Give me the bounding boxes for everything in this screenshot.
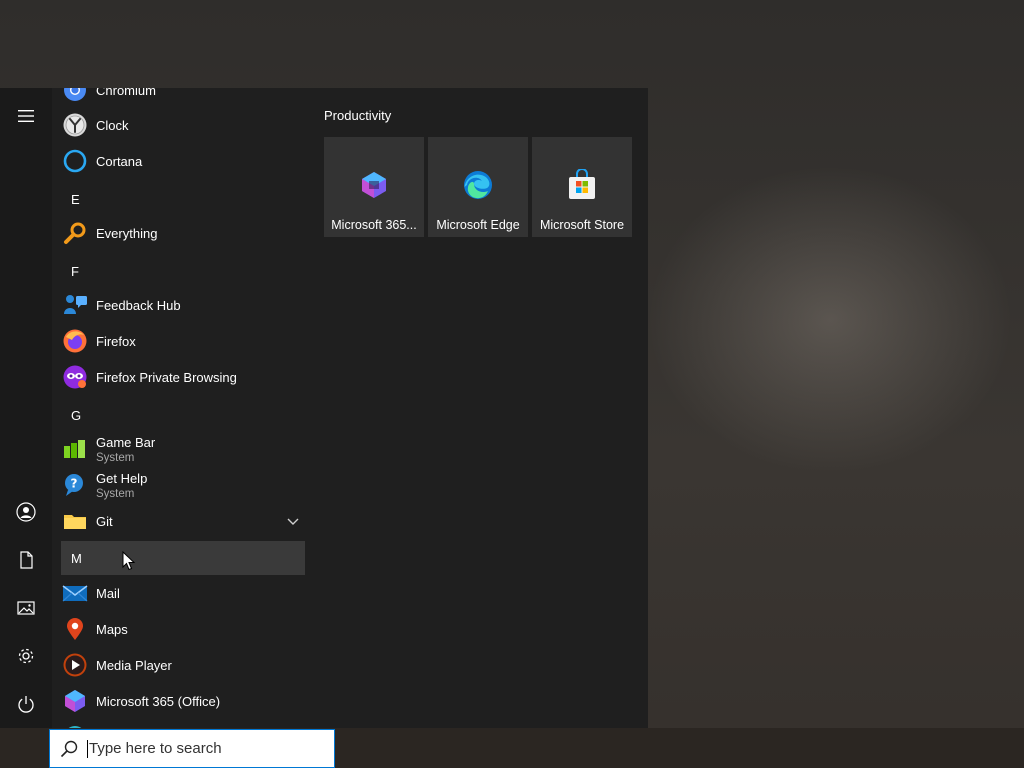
app-item-feedback-hub[interactable]: Feedback Hub (61, 287, 305, 323)
chevron-down-icon[interactable] (285, 513, 301, 529)
app-label: Media Player (96, 657, 172, 673)
tile-group-title[interactable]: Productivity (324, 108, 391, 123)
letter-header-f[interactable]: F (61, 254, 305, 288)
microsoft-365-icon (362, 172, 386, 198)
letter-label: F (71, 263, 79, 279)
app-item-everything[interactable]: Everything (61, 215, 305, 251)
game-bar-icon (62, 436, 88, 462)
expand-menu-button[interactable] (0, 92, 52, 140)
app-label: Cortana (96, 153, 143, 169)
app-label: Firefox Private Browsing (96, 369, 237, 385)
clock-icon (62, 112, 88, 138)
taskbar-search-box[interactable] (49, 729, 335, 768)
store-icon (569, 169, 595, 199)
settings-button[interactable] (0, 632, 52, 680)
app-label: Game Bar (96, 434, 156, 450)
app-label: Feedback Hub (96, 297, 181, 313)
app-label: Git (96, 513, 113, 529)
all-apps-list: Chromium Clock Cortana E Everything F Fe… (52, 88, 316, 728)
app-item-microsoft-365[interactable]: Microsoft 365 (Office) (61, 683, 305, 719)
app-item-game-bar[interactable]: Game Bar System (61, 431, 305, 467)
app-sublabel: System (96, 487, 135, 500)
app-item-firefox[interactable]: Firefox (61, 323, 305, 359)
letter-label: G (71, 407, 82, 423)
app-label: Firefox (96, 333, 136, 349)
search-input[interactable] (89, 740, 319, 757)
tile-microsoft-edge[interactable]: Microsoft Edge (428, 137, 528, 237)
chromium-icon (62, 88, 88, 103)
letter-label: M (71, 550, 82, 566)
app-item-firefox-private[interactable]: Firefox Private Browsing (61, 359, 305, 395)
document-icon (20, 551, 33, 569)
start-menu: Chromium Clock Cortana E Everything F Fe… (0, 88, 648, 728)
app-folder-git[interactable]: Git (61, 503, 305, 539)
app-item-mail[interactable]: Mail (61, 575, 305, 611)
tile-microsoft-365[interactable]: Microsoft 365... (324, 137, 424, 237)
app-label: Get Help (96, 470, 148, 486)
mail-icon (62, 580, 88, 606)
person-icon (16, 502, 36, 522)
app-item-cortana[interactable]: Cortana (61, 143, 305, 179)
app-label: Clock (96, 117, 129, 133)
app-label: Mail (96, 585, 120, 601)
search-icon (60, 740, 78, 757)
tile-label: Microsoft 365... (331, 218, 417, 232)
maps-icon (62, 616, 88, 642)
microsoft-365-icon (62, 688, 88, 714)
text-caret (87, 739, 88, 758)
letter-header-e[interactable]: E (61, 182, 305, 216)
power-button[interactable] (0, 680, 52, 728)
feedback-hub-icon (62, 292, 88, 318)
folder-icon (62, 508, 88, 534)
letter-header-g[interactable]: G (61, 398, 305, 432)
firefox-private-icon (62, 364, 88, 390)
power-icon (18, 696, 34, 713)
mouse-cursor-icon (122, 551, 136, 571)
app-label: Chromium (96, 88, 156, 98)
hamburger-icon (18, 110, 34, 122)
app-label: Everything (96, 225, 158, 241)
svg-text:?: ? (71, 477, 78, 491)
app-item-get-help[interactable]: ? Get Help System (61, 467, 305, 503)
tile-label: Microsoft Edge (436, 218, 520, 232)
letter-label: E (71, 191, 80, 207)
gear-icon (18, 648, 34, 664)
tile-label: Microsoft Store (539, 218, 625, 232)
app-label: Maps (96, 621, 128, 637)
pictures-button[interactable] (0, 584, 52, 632)
pictures-icon (17, 601, 35, 615)
get-help-icon: ? (62, 472, 88, 498)
cortana-icon (62, 148, 88, 174)
app-label: Microsoft 365 (Office) (96, 693, 221, 709)
app-sublabel: System (96, 451, 135, 464)
app-item-media-player[interactable]: Media Player (61, 647, 305, 683)
firefox-icon (62, 328, 88, 354)
app-item-clock[interactable]: Clock (61, 107, 305, 143)
edge-icon (464, 171, 492, 199)
account-button[interactable] (0, 488, 52, 536)
media-player-icon (62, 652, 88, 678)
documents-button[interactable] (0, 536, 52, 584)
start-rail (0, 88, 52, 728)
tile-microsoft-store[interactable]: Microsoft Store (532, 137, 632, 237)
app-item-partial (61, 719, 305, 728)
everything-icon (62, 220, 88, 246)
app-item-maps[interactable]: Maps (61, 611, 305, 647)
app-item-chromium[interactable]: Chromium (61, 88, 305, 108)
letter-header-m[interactable]: M (61, 541, 305, 575)
